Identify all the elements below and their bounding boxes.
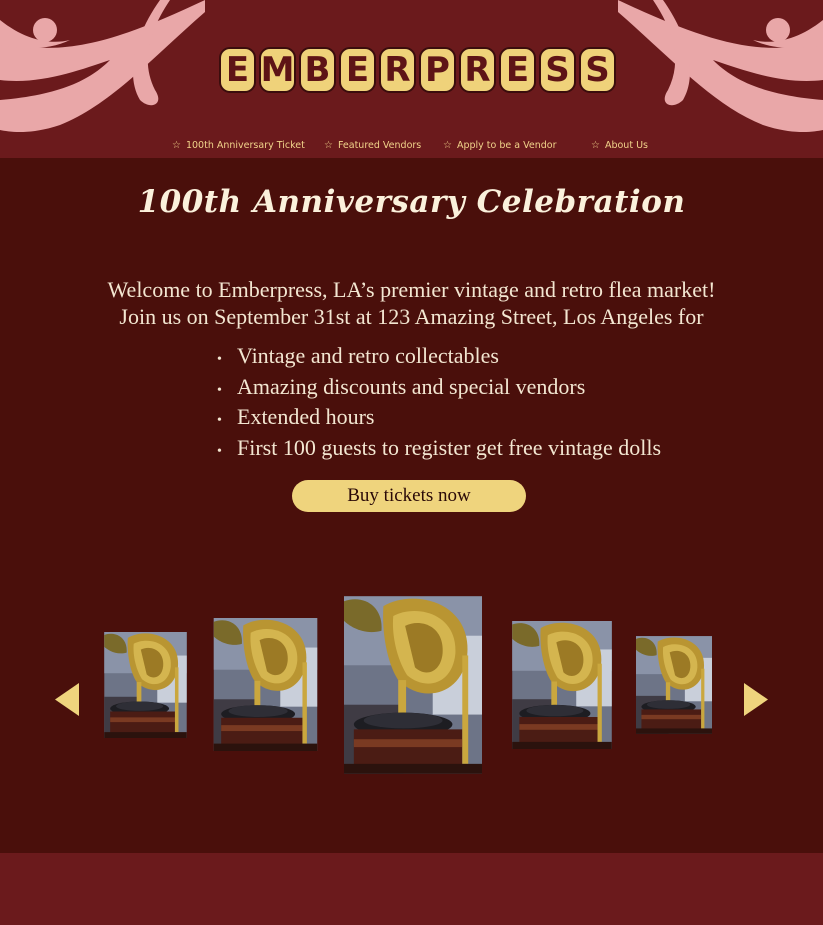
brand-logo[interactable]: E M B E R P R E S S — [219, 47, 616, 93]
main-nav: ☆ 100th Anniversary Ticket ☆ Featured Ve… — [0, 140, 823, 154]
arrow-left-icon[interactable] — [55, 683, 79, 716]
list-item: • Vintage and retro collectables — [217, 343, 661, 374]
ornament-swirl-right — [618, 0, 823, 133]
bullet-icon: • — [217, 443, 222, 459]
main-content: 100th Anniversary Celebration Welcome to… — [0, 158, 823, 853]
logo-letter: E — [499, 47, 536, 93]
buy-tickets-button[interactable]: Buy tickets now — [292, 480, 526, 512]
site-header: E M B E R P R E S S ☆ 100th Anniversary … — [0, 0, 823, 158]
list-item: • Extended hours — [217, 404, 661, 435]
nav-label: 100th Anniversary Ticket — [185, 140, 305, 151]
feature-text: Extended hours — [237, 404, 375, 429]
bullet-icon: • — [217, 413, 222, 428]
star-outline-icon: ☆ — [324, 140, 333, 151]
carousel-image[interactable] — [512, 621, 612, 749]
carousel-image-active[interactable] — [344, 595, 482, 775]
nav-featured-vendors[interactable]: ☆ Featured Vendors — [324, 140, 421, 151]
logo-letter: E — [219, 47, 256, 93]
ornament-swirl-left — [0, 0, 205, 133]
nav-label: About Us — [604, 140, 648, 151]
feature-text: Amazing discounts and special vendors — [237, 373, 586, 399]
feature-text: First 100 guests to register get free vi… — [237, 434, 662, 460]
bullet-icon: • — [217, 352, 222, 367]
logo-letter: B — [299, 47, 336, 93]
list-item: • Amazing discounts and special vendors — [217, 374, 661, 405]
intro-line: Join us on September 31st at 123 Amazing… — [119, 304, 704, 329]
list-item: • First 100 guests to register get free v… — [217, 435, 661, 466]
logo-letter: R — [379, 47, 416, 93]
nav-anniversary-ticket[interactable]: ☆ 100th Anniversary Ticket — [172, 140, 305, 151]
logo-letter: S — [539, 47, 576, 93]
nav-apply-vendor[interactable]: ☆ Apply to be a Vendor — [443, 140, 556, 151]
carousel-image[interactable] — [104, 632, 187, 738]
logo-letter: E — [339, 47, 376, 93]
feature-list: • Vintage and retro collectables • Amazing… — [217, 343, 661, 465]
intro-line: Welcome to Emberpress, LA’s premier vint… — [107, 277, 716, 302]
arrow-right-icon[interactable] — [744, 683, 768, 716]
nav-about-us[interactable]: ☆ About Us — [591, 140, 648, 151]
feature-text: Vintage and retro collectables — [237, 343, 499, 368]
logo-letter: P — [419, 47, 456, 93]
star-outline-icon: ☆ — [443, 140, 452, 151]
logo-letter: M — [259, 47, 296, 93]
logo-letter: S — [579, 47, 616, 93]
site-footer — [0, 853, 823, 925]
bullet-icon: • — [217, 382, 222, 398]
carousel-image[interactable] — [211, 618, 320, 751]
star-outline-icon: ☆ — [172, 140, 181, 151]
logo-letter: R — [459, 47, 496, 93]
star-outline-icon: ☆ — [591, 140, 600, 151]
nav-label: Apply to be a Vendor — [456, 140, 557, 151]
page-title: 100th Anniversary Celebration — [137, 184, 686, 220]
carousel-image[interactable] — [636, 635, 712, 735]
intro-text: Welcome to Emberpress, LA’s premier vint… — [0, 276, 823, 330]
nav-label: Featured Vendors — [337, 140, 422, 151]
